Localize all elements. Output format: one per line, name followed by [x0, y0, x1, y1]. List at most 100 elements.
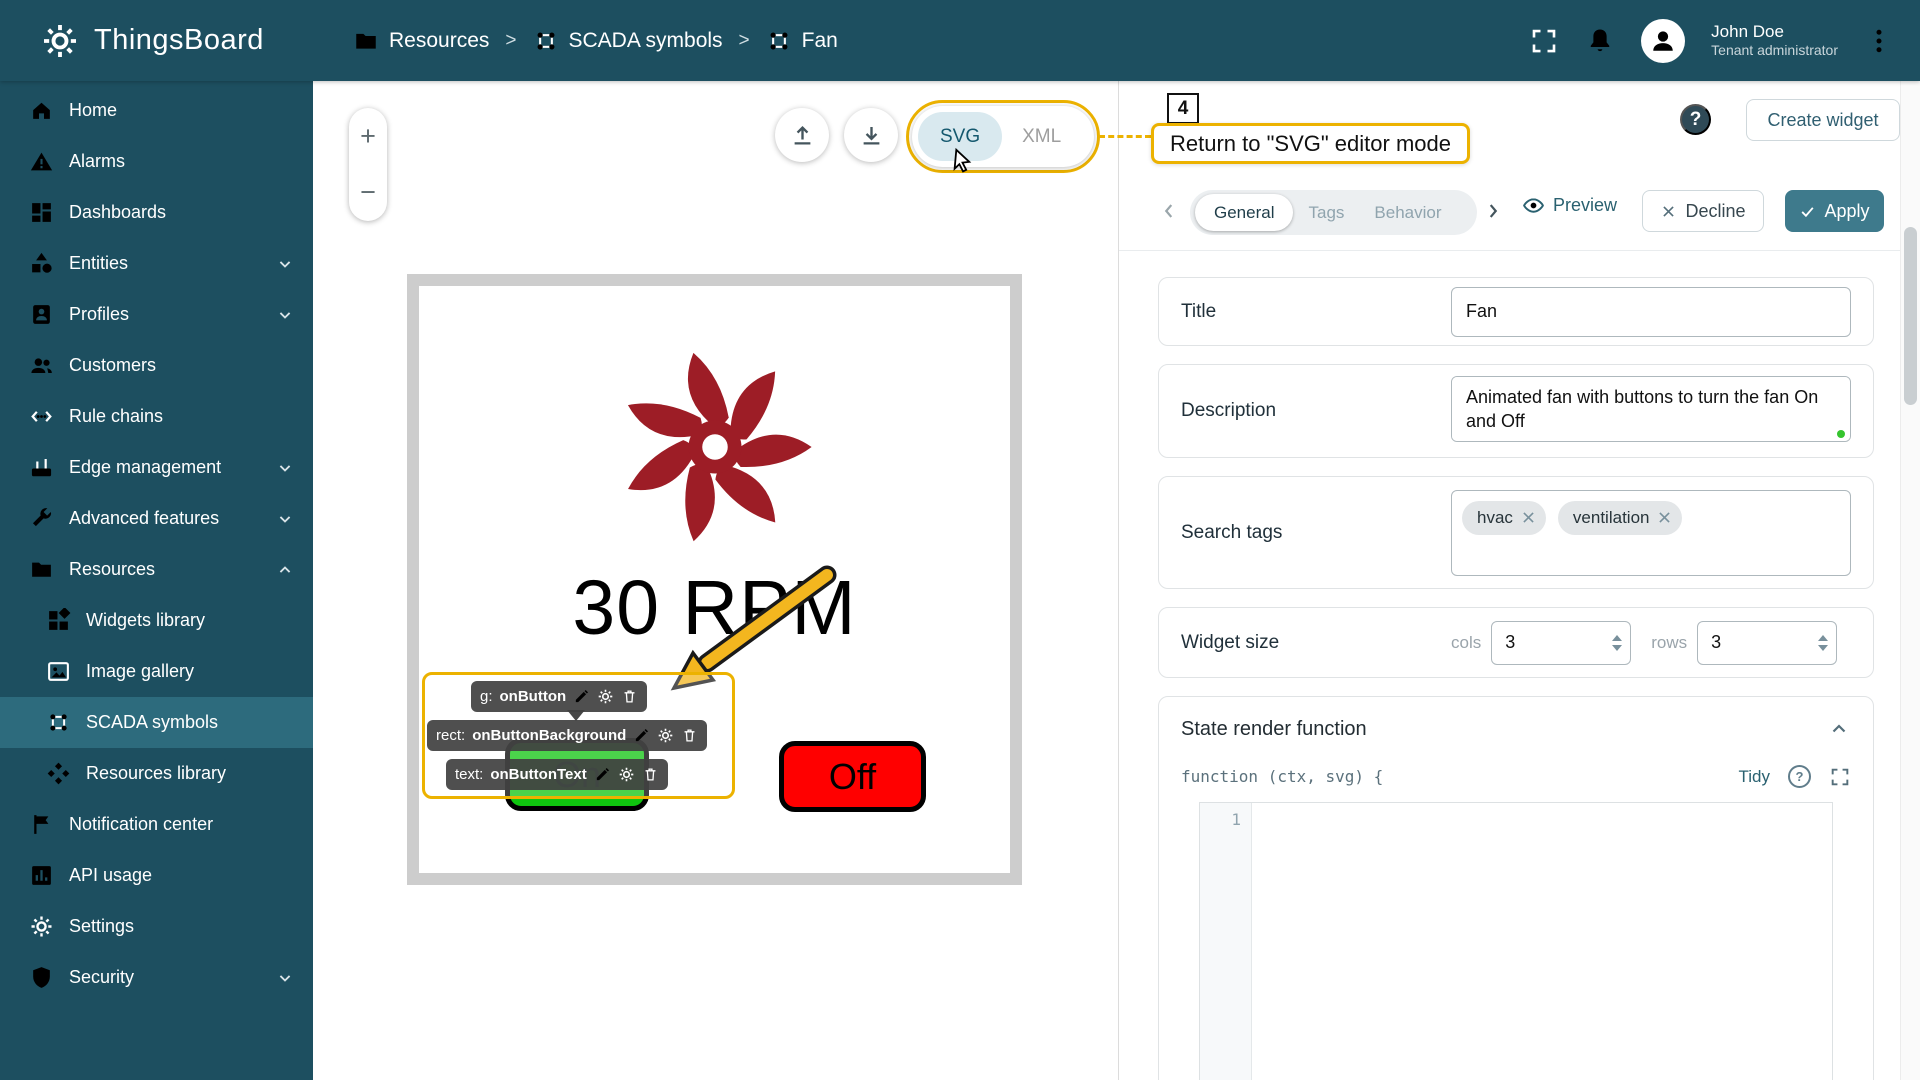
tab-bar: General Tags Behavior — [1190, 190, 1477, 235]
rpm-text[interactable]: 30 RPM — [419, 570, 1010, 647]
tabs-scroll-left-button[interactable] — [1157, 198, 1181, 226]
settings-gear-icon[interactable] — [657, 727, 674, 744]
sidebar-item-profiles[interactable]: Profiles — [0, 289, 313, 340]
delete-trash-icon[interactable] — [621, 688, 638, 705]
scrollbar-thumb[interactable] — [1904, 227, 1917, 405]
settings-gear-icon[interactable] — [597, 688, 614, 705]
sidebar-item-entities[interactable]: Entities — [0, 238, 313, 289]
zoom-out-button[interactable]: − — [349, 165, 387, 222]
panel-scrollbar[interactable] — [1900, 81, 1920, 1080]
nav-label: SCADA symbols — [86, 712, 218, 733]
decline-button[interactable]: Decline — [1642, 190, 1764, 232]
delete-trash-icon[interactable] — [681, 727, 698, 744]
edit-pencil-icon[interactable] — [594, 766, 611, 783]
decline-label: Decline — [1685, 201, 1745, 222]
breadcrumb-scada-symbols[interactable]: SCADA symbols — [533, 28, 723, 54]
rows-stepper-arrows[interactable] — [1810, 630, 1836, 656]
sidebar-item-resources[interactable]: Resources — [0, 544, 313, 595]
sidebar-item-advanced-features[interactable]: Advanced features — [0, 493, 313, 544]
step-down-icon[interactable] — [1612, 645, 1622, 656]
step-up-icon[interactable] — [1818, 630, 1828, 641]
cols-input[interactable] — [1492, 632, 1604, 653]
tidy-button[interactable]: Tidy — [1739, 767, 1771, 787]
create-widget-button[interactable]: Create widget — [1746, 99, 1900, 141]
tag-chip-hvac[interactable]: hvac — [1462, 501, 1546, 535]
step-down-icon[interactable] — [1818, 645, 1828, 656]
breadcrumb-fan[interactable]: Fan — [766, 28, 838, 54]
tag-row-onButtonBackground[interactable]: rect: onButtonBackground — [427, 720, 707, 751]
breadcrumb-separator: > — [505, 30, 516, 52]
delete-trash-icon[interactable] — [642, 766, 659, 783]
sidebar-item-dashboards[interactable]: Dashboards — [0, 187, 313, 238]
title-input[interactable] — [1451, 287, 1851, 337]
tab-tags[interactable]: Tags — [1293, 194, 1359, 231]
zoom-in-button[interactable]: + — [349, 108, 387, 165]
remove-tag-icon[interactable] — [1520, 509, 1537, 526]
sidebar-item-home[interactable]: Home — [0, 85, 313, 136]
remove-tag-icon[interactable] — [1656, 509, 1673, 526]
sidebar-item-resources-library[interactable]: Resources library — [0, 748, 313, 799]
settings-gear-icon[interactable] — [618, 766, 635, 783]
expand-fullscreen-icon[interactable] — [1829, 766, 1851, 788]
diamonds-icon — [46, 761, 71, 786]
tag-type: rect: — [436, 727, 465, 744]
download-button[interactable] — [844, 108, 898, 162]
tab-behavior[interactable]: Behavior — [1359, 194, 1456, 231]
apply-button[interactable]: Apply — [1785, 190, 1884, 232]
nav-label: Resources library — [86, 763, 226, 784]
sidebar-item-api-usage[interactable]: API usage — [0, 850, 313, 901]
dashboards-icon — [29, 200, 54, 225]
gear-icon — [29, 914, 54, 939]
fan-blades-graphic[interactable] — [612, 344, 818, 550]
tag-chip-ventilation[interactable]: ventilation — [1558, 501, 1683, 535]
tag-row-onButton[interactable]: g: onButton — [471, 681, 647, 712]
cursor-icon — [949, 147, 976, 174]
app-logo[interactable]: ThingsBoard — [0, 21, 313, 61]
code-editor[interactable]: 1 — [1199, 802, 1833, 1080]
more-menu-icon[interactable] — [1864, 26, 1894, 56]
sidebar-item-customers[interactable]: Customers — [0, 340, 313, 391]
sidebar-item-rule-chains[interactable]: Rule chains — [0, 391, 313, 442]
fullscreen-icon[interactable] — [1529, 26, 1559, 56]
code-input-area[interactable] — [1252, 803, 1832, 1080]
breadcrumb-resources[interactable]: Resources — [353, 28, 489, 54]
general-tab-form: Title Description Animated fan with butt… — [1119, 250, 1900, 1080]
description-textarea[interactable]: Animated fan with buttons to turn the fa… — [1451, 376, 1851, 442]
main-content: + − SVG XML — [313, 81, 1920, 1080]
upload-button[interactable] — [775, 108, 829, 162]
sidebar-item-settings[interactable]: Settings — [0, 901, 313, 952]
state-render-function-title: State render function — [1181, 718, 1367, 741]
rows-input[interactable] — [1698, 632, 1810, 653]
preview-button[interactable]: Preview — [1522, 194, 1617, 217]
tag-type: text: — [455, 766, 483, 783]
sidebar-item-notification-center[interactable]: Notification center — [0, 799, 313, 850]
tabs-scroll-right-button[interactable] — [1481, 198, 1505, 226]
tag-row-onButtonText[interactable]: text: onButtonText — [446, 759, 668, 790]
sidebar-item-edge-management[interactable]: Edge management — [0, 442, 313, 493]
tab-general[interactable]: General — [1195, 194, 1293, 231]
header-actions: John Doe Tenant administrator — [1529, 19, 1920, 63]
sidebar-item-image-gallery[interactable]: Image gallery — [0, 646, 313, 697]
function-help-icon[interactable]: ? — [1788, 765, 1811, 788]
notifications-bell-icon[interactable] — [1585, 26, 1615, 56]
chevron-down-icon — [275, 305, 295, 325]
edit-pencil-icon[interactable] — [573, 688, 590, 705]
search-tags-input[interactable]: hvac ventilation — [1451, 490, 1851, 576]
fan-off-button[interactable]: Off — [779, 741, 926, 812]
description-label: Description — [1181, 400, 1451, 422]
sidebar-item-widgets-library[interactable]: Widgets library — [0, 595, 313, 646]
sidebar-item-alarms[interactable]: Alarms — [0, 136, 313, 187]
cols-stepper-arrows[interactable] — [1604, 630, 1630, 656]
xml-mode-button[interactable]: XML — [1004, 112, 1079, 161]
collapse-chevron-up-icon[interactable] — [1827, 717, 1851, 741]
step-up-icon[interactable] — [1612, 630, 1622, 641]
flag-icon — [29, 812, 54, 837]
help-icon[interactable]: ? — [1680, 104, 1711, 135]
upload-icon — [789, 122, 816, 149]
edit-pencil-icon[interactable] — [633, 727, 650, 744]
sidebar-item-security[interactable]: Security — [0, 952, 313, 1003]
sidebar-item-scada-symbols[interactable]: SCADA symbols — [0, 697, 313, 748]
eye-icon — [1522, 194, 1545, 217]
user-info[interactable]: John Doe Tenant administrator — [1711, 22, 1838, 59]
avatar[interactable] — [1641, 19, 1685, 63]
